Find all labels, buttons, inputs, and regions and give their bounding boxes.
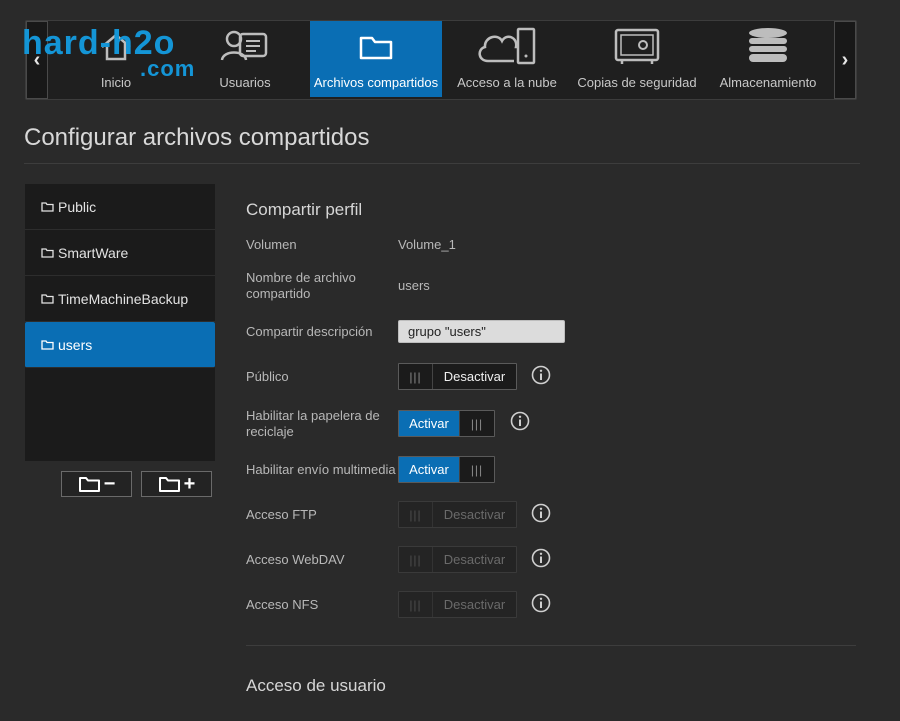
toggle-grip: |||: [470, 416, 484, 431]
remove-share-button[interactable]: −: [61, 471, 132, 497]
info-icon[interactable]: [531, 365, 551, 385]
page-title: Configurar archivos compartidos: [24, 124, 370, 151]
folder-add-icon: [158, 477, 180, 492]
user-access-section-title: Acceso de usuario: [246, 676, 386, 695]
toggle-grip: |||: [399, 502, 433, 527]
nav-item-almacenamiento[interactable]: Almacenamiento: [716, 21, 820, 97]
media-serving-label: Habilitar envío multimedia: [246, 462, 396, 477]
nav-item-acceso-nube[interactable]: Acceso a la nube: [454, 21, 560, 97]
media-serving-toggle[interactable]: Activar |||: [398, 456, 495, 483]
top-navigation: ‹ Inicio Usuarios Archivos compartidos A…: [25, 20, 857, 100]
volume-value: Volume_1: [398, 237, 456, 252]
nfs-access-toggle[interactable]: ||| Desactivar: [398, 591, 517, 618]
public-label: Público: [246, 369, 289, 384]
toggle-grip: |||: [399, 364, 433, 389]
nav-item-inicio[interactable]: Inicio: [90, 21, 142, 97]
nav-label: Almacenamiento: [719, 75, 817, 90]
toggle-grip: |||: [399, 592, 433, 617]
chevron-right-icon: ›: [841, 48, 849, 71]
description-label: Compartir descripción: [246, 324, 373, 339]
toggle-state: Desactivar: [443, 507, 506, 522]
info-icon[interactable]: [531, 593, 551, 613]
profile-section-title: Compartir perfil: [246, 200, 363, 219]
nav-label: Acceso a la nube: [457, 75, 557, 90]
folder-remove-icon: [78, 477, 100, 492]
toggle-grip: |||: [399, 547, 433, 572]
minus-icon: −: [103, 472, 116, 495]
storage-icon: [745, 21, 791, 71]
nav-label: Copias de seguridad: [577, 75, 697, 90]
share-item-public[interactable]: Public: [25, 184, 215, 230]
toggle-state: Desactivar: [443, 369, 506, 384]
nfs-access-label: Acceso NFS: [246, 597, 319, 612]
nav-label: Usuarios: [219, 75, 271, 90]
toggle-state: Desactivar: [443, 597, 506, 612]
share-name-value: users: [398, 278, 430, 293]
plus-icon: +: [183, 472, 196, 495]
nav-label: Inicio: [100, 75, 132, 90]
share-name-label: Nombre de archivo compartido: [246, 270, 356, 301]
share-item-label: SmartWare: [58, 244, 129, 261]
info-icon[interactable]: [531, 548, 551, 568]
toggle-state: Activar: [399, 411, 460, 436]
ftp-access-toggle[interactable]: ||| Desactivar: [398, 501, 517, 528]
toggle-state: Activar: [399, 457, 460, 482]
folder-icon: [41, 339, 54, 350]
share-item-label: TimeMachineBackup: [58, 290, 189, 307]
share-item-users[interactable]: users: [25, 322, 215, 368]
recycle-bin-toggle[interactable]: Activar |||: [398, 410, 495, 437]
toggle-state: Desactivar: [443, 552, 506, 567]
folder-icon: [41, 247, 54, 258]
nav-next-button[interactable]: ›: [834, 21, 856, 99]
info-icon[interactable]: [531, 503, 551, 523]
add-share-button[interactable]: +: [141, 471, 212, 497]
share-item-smartware[interactable]: SmartWare: [25, 230, 215, 276]
divider: [246, 645, 856, 646]
home-icon: [96, 21, 136, 71]
nav-item-archivos-compartidos[interactable]: Archivos compartidos: [310, 21, 442, 97]
share-item-label: Public: [58, 198, 97, 215]
folder-icon: [41, 201, 54, 212]
share-item-timemachinebackup[interactable]: TimeMachineBackup: [25, 276, 215, 322]
folder-icon: [41, 293, 54, 304]
folder-icon: [356, 21, 396, 71]
toggle-grip: |||: [470, 462, 484, 477]
divider: [24, 163, 860, 164]
nav-label: Archivos compartidos: [313, 75, 439, 90]
volume-label: Volumen: [246, 237, 297, 252]
info-icon[interactable]: [510, 411, 530, 431]
nav-item-usuarios[interactable]: Usuarios: [210, 21, 280, 97]
webdav-access-toggle[interactable]: ||| Desactivar: [398, 546, 517, 573]
cloud-device-icon: [474, 21, 540, 71]
share-list: Public SmartWare TimeMachineBackup users: [25, 184, 215, 461]
public-toggle[interactable]: ||| Desactivar: [398, 363, 517, 390]
chevron-left-icon: ‹: [33, 48, 41, 71]
users-icon: [218, 21, 272, 71]
webdav-access-label: Acceso WebDAV: [246, 552, 345, 567]
recycle-bin-label: Habilitar la papelera de reciclaje: [246, 408, 380, 439]
nav-prev-button[interactable]: ‹: [26, 21, 48, 99]
safe-icon: [612, 21, 662, 71]
ftp-access-label: Acceso FTP: [246, 507, 317, 522]
nav-item-copias-seguridad[interactable]: Copias de seguridad: [576, 21, 698, 97]
share-item-label: users: [58, 336, 93, 353]
description-input[interactable]: grupo "users": [398, 320, 565, 343]
